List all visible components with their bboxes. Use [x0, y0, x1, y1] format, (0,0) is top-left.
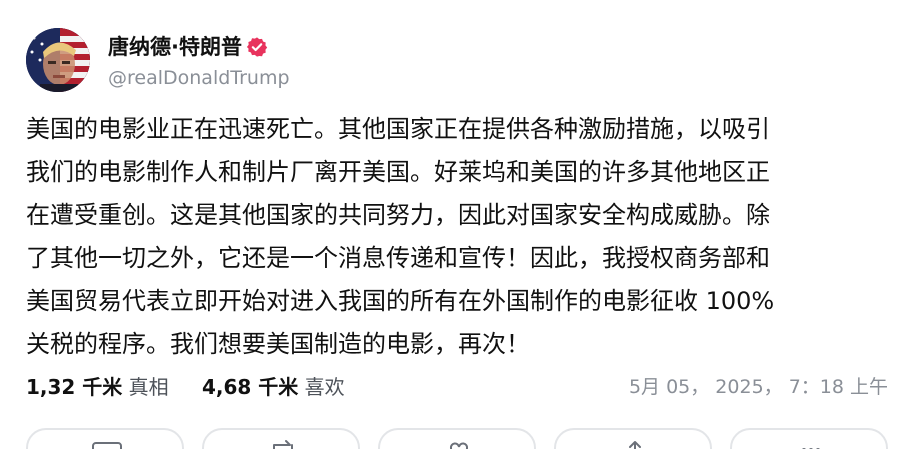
post-stats: 1,32 千米 真相 4,68 千米 喜欢 5月 05， 2025， 7：18 … — [26, 372, 888, 402]
more-icon — [802, 448, 820, 449]
retruths-stat[interactable]: 1,32 千米 真相 — [26, 372, 169, 402]
likes-count: 4,68 千米 — [202, 375, 299, 399]
verified-badge-icon — [246, 36, 268, 58]
author-display-name[interactable]: 唐纳德·特朗普 — [108, 34, 242, 60]
post-body-line: 美国贸易代表立即开始对进入我国的所有在外国制作的电影征收 100% — [26, 287, 775, 315]
post-body: 美国的电影业正在迅速死亡。其他国家正在提供各种激励措施，以吸引 我们的电影制作人… — [26, 108, 876, 366]
post-body-line: 关税的程序。我们想要美国制造的电影，再次！ — [26, 330, 530, 358]
reply-icon — [92, 442, 122, 449]
post-header: 唐纳德·特朗普 @realDonaldTrump — [26, 28, 526, 92]
avatar[interactable] — [26, 28, 90, 92]
share-button[interactable] — [554, 428, 712, 449]
more-button[interactable] — [730, 428, 888, 449]
author-handle[interactable]: @realDonaldTrump — [108, 66, 290, 90]
reply-button[interactable] — [26, 428, 184, 449]
post-timestamp[interactable]: 5月 05， 2025， 7：18 上午 — [629, 372, 888, 402]
likes-label: 喜欢 — [304, 375, 345, 399]
like-icon — [450, 442, 468, 449]
retruths-count: 1,32 千米 — [26, 375, 123, 399]
post-body-line: 我们的电影制作人和制片厂离开美国。好莱坞和美国的许多其他地区正 — [26, 158, 770, 186]
likes-stat[interactable]: 4,68 千米 喜欢 — [202, 372, 345, 402]
share-icon — [629, 441, 641, 449]
like-button[interactable] — [378, 428, 536, 449]
post-body-line: 美国的电影业正在迅速死亡。其他国家正在提供各种激励措施，以吸引 — [26, 115, 770, 143]
retruth-button[interactable] — [202, 428, 360, 449]
avatar-portrait-icon — [26, 28, 90, 92]
retruth-icon — [273, 440, 293, 449]
post-body-line: 在遭受重创。这是其他国家的共同努力，因此对国家安全构成威胁。除 — [26, 201, 770, 229]
action-bar — [26, 428, 888, 449]
retruths-label: 真相 — [128, 375, 169, 399]
post-body-line: 了其他一切之外，它还是一个消息传递和宣传！因此，我授权商务部和 — [26, 244, 770, 272]
